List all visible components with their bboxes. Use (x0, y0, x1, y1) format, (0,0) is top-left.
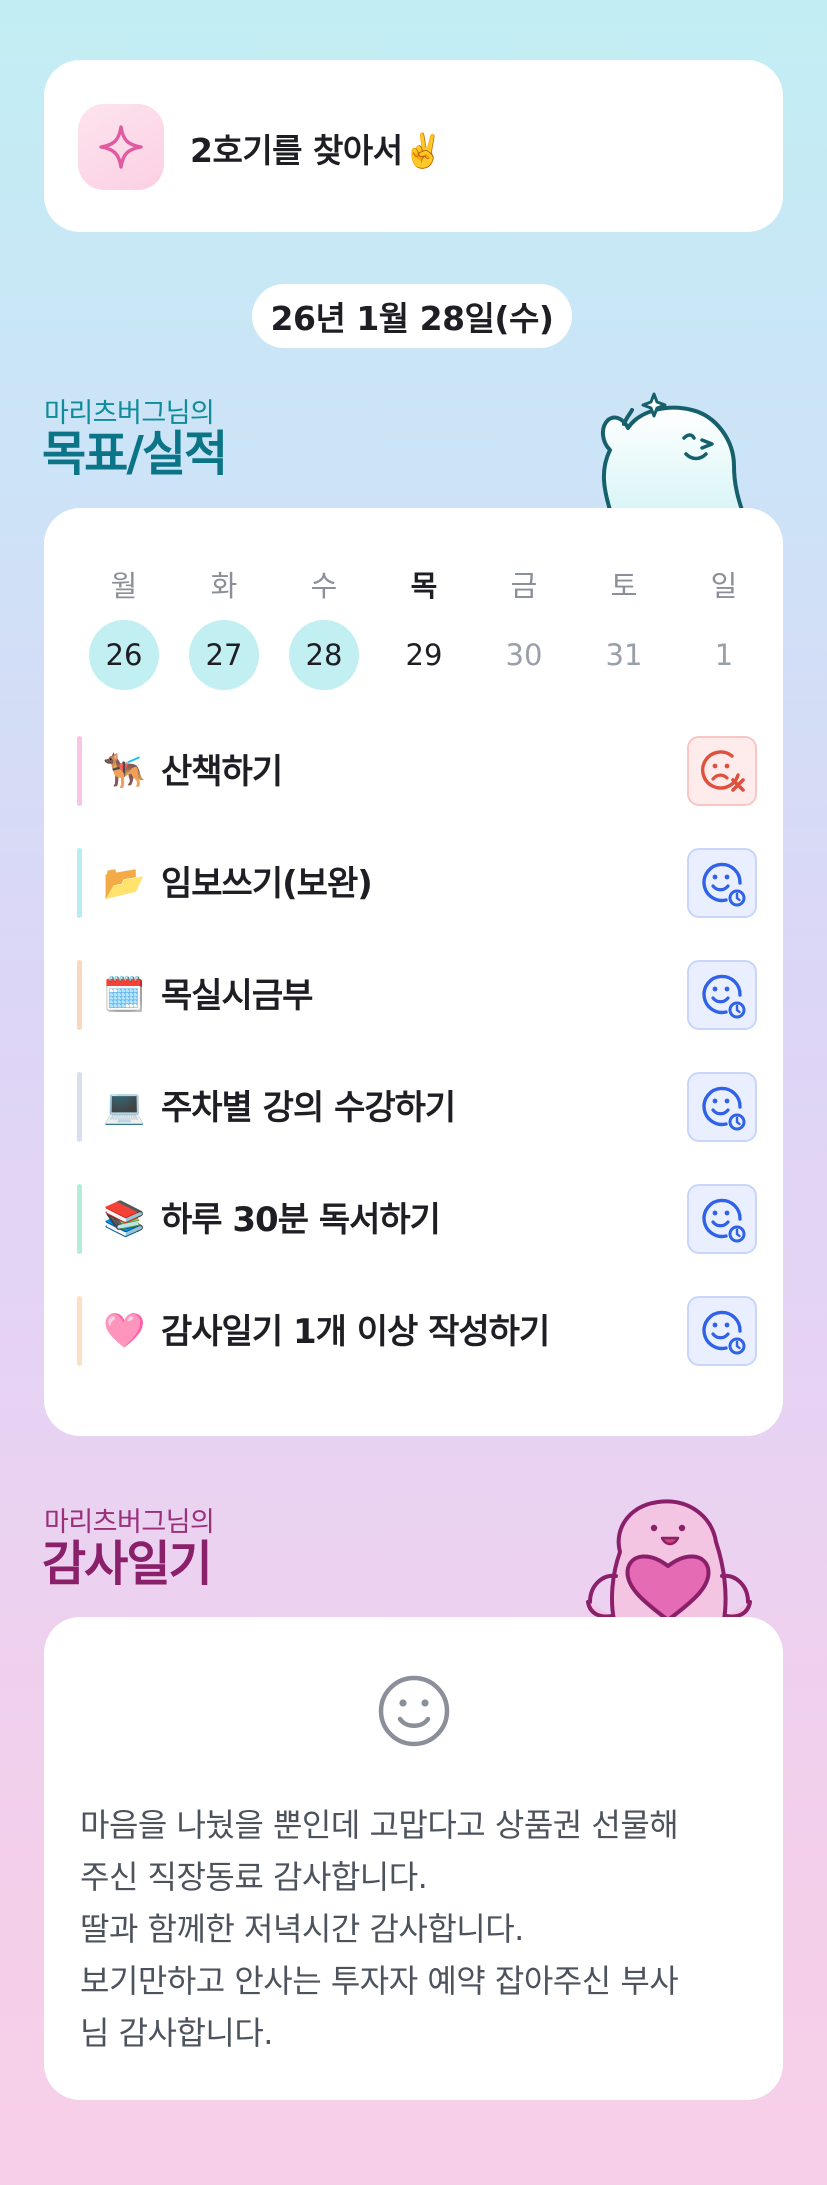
goal-status-button[interactable] (687, 960, 757, 1030)
date-row: 26 27 28 29 30 31 1 (74, 620, 774, 690)
day-cell[interactable]: 1 (674, 620, 774, 690)
smile-clock-face-icon (702, 974, 746, 1019)
goal-item[interactable]: 🗓️ 목실시금부 (77, 960, 757, 1030)
gratitude-line: 님 감사합니다. (80, 2014, 273, 2052)
goal-status-button[interactable] (687, 736, 757, 806)
day-number: 30 (505, 638, 543, 672)
goal-label: 감사일기 1개 이상 작성하기 (161, 1312, 550, 1352)
goal-item[interactable]: 📂 임보쓰기(보완) (77, 848, 757, 918)
goal-status-button[interactable] (687, 1184, 757, 1254)
day-cell-today[interactable]: 29 (374, 620, 474, 690)
goal-status-button[interactable] (687, 1296, 757, 1366)
goal-color-bar (77, 736, 82, 806)
goal-item[interactable]: 💻 주차별 강의 수강하기 (77, 1072, 757, 1142)
weekday-row: 월 화 수 목 금 토 일 (74, 564, 774, 604)
day-cell[interactable]: 31 (574, 620, 674, 690)
goal-emoji: 📚 (103, 1199, 146, 1239)
goal-label: 산책하기 (161, 752, 283, 792)
goal-color-bar (77, 848, 82, 918)
day-cell[interactable]: 28 (274, 620, 374, 690)
day-number: 28 (289, 620, 359, 690)
day-number: 26 (89, 620, 159, 690)
weekday-label: 금 (510, 569, 538, 603)
goal-item[interactable]: 🐕‍🦺 산책하기 (77, 736, 757, 806)
gratitude-line: 주신 직장동료 감사합니다. (80, 1858, 428, 1896)
weekday-label: 토 (610, 569, 638, 603)
smile-clock-face-icon (702, 1086, 746, 1131)
goal-color-bar (77, 960, 82, 1030)
goals-card: 월 화 수 목 금 토 일 26 27 28 29 30 31 1 🐕‍🦺 산책… (44, 508, 783, 1436)
goal-emoji: 🩷 (103, 1311, 146, 1351)
goal-label: 목실시금부 (161, 976, 313, 1016)
sparkle-icon (78, 104, 164, 190)
smile-clock-face-icon (702, 1198, 746, 1243)
day-number: 1 (714, 638, 734, 672)
goal-color-bar (77, 1072, 82, 1142)
weekday-label: 수 (310, 569, 338, 603)
goal-label: 주차별 강의 수강하기 (161, 1088, 456, 1128)
sad-x-face-icon (701, 750, 745, 792)
gratitude-line: 딸과 함께한 저녁시간 감사합니다. (80, 1910, 524, 1948)
gratitude-line: 보기만하고 안사는 투자자 예약 잡아주신 부사 (80, 1962, 679, 2000)
smile-clock-face-icon (702, 1310, 746, 1355)
goal-emoji: 🐕‍🦺 (103, 751, 146, 791)
waving-ghost-mascot (601, 392, 744, 510)
gratitude-line: 마음을 나눴을 뿐인데 고맙다고 상품권 선물해 (80, 1806, 679, 1844)
date-pill[interactable]: 26년 1월 28일(수) (252, 284, 572, 348)
gratitude-section-title: 감사일기 (42, 1536, 213, 1592)
goal-status-button[interactable] (687, 848, 757, 918)
day-number: 31 (605, 638, 643, 672)
weekday-label: 화 (210, 569, 238, 603)
goal-label: 하루 30분 독서하기 (161, 1200, 441, 1240)
smile-clock-face-icon (702, 862, 746, 907)
day-number: 29 (405, 638, 443, 672)
goals-section-title: 목표/실적 (42, 426, 228, 482)
goal-emoji: 📂 (103, 863, 146, 903)
gratitude-card: 마음을 나눴을 뿐인데 고맙다고 상품권 선물해 주신 직장동료 감사합니다. … (44, 1617, 783, 2100)
header-card[interactable]: 2호기를 찾아서✌️ (44, 60, 783, 232)
weekday-label: 월 (110, 569, 138, 603)
weekday-label: 목 (410, 569, 438, 603)
goal-emoji: 🗓️ (103, 975, 146, 1015)
header-title: 2호기를 찾아서✌️ (190, 131, 444, 170)
goal-color-bar (77, 1184, 82, 1254)
goal-color-bar (77, 1296, 82, 1366)
day-cell[interactable]: 26 (74, 620, 174, 690)
heart-holding-mascot (586, 1499, 752, 1620)
day-cell[interactable]: 27 (174, 620, 274, 690)
day-cell[interactable]: 30 (474, 620, 574, 690)
goal-item[interactable]: 📚 하루 30분 독서하기 (77, 1184, 757, 1254)
goal-status-button[interactable] (687, 1072, 757, 1142)
goal-emoji: 💻 (103, 1087, 146, 1127)
goal-label: 임보쓰기(보완) (161, 864, 373, 904)
goal-item[interactable]: 🩷 감사일기 1개 이상 작성하기 (77, 1296, 757, 1366)
gratitude-entry: 마음을 나눴을 뿐인데 고맙다고 상품권 선물해 주신 직장동료 감사합니다. … (80, 1799, 760, 2059)
weekday-label: 일 (710, 569, 738, 603)
smile-face-icon (378, 1675, 450, 1747)
day-number: 27 (189, 620, 259, 690)
